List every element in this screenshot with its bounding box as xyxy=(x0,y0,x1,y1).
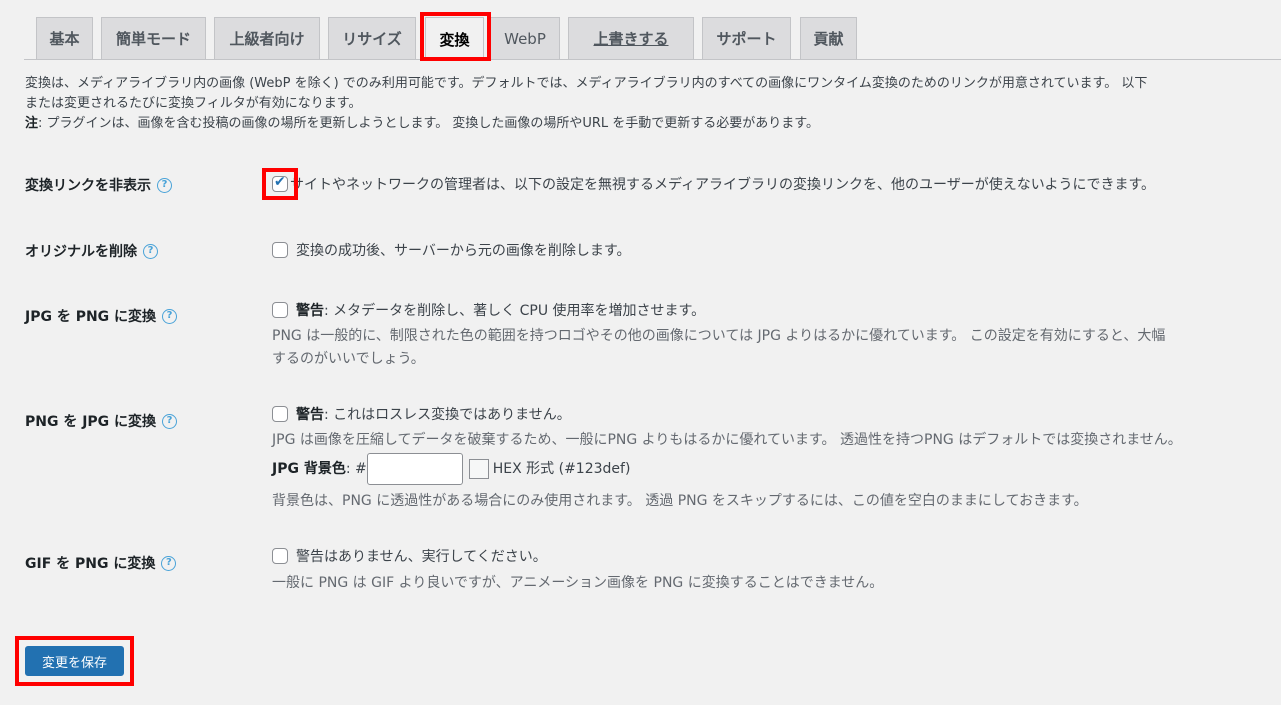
png-to-jpg-label: PNG を JPG に変換 ? xyxy=(25,411,178,431)
tab-contribute[interactable]: 貢献 xyxy=(800,17,857,59)
description-line-2: または変更されるたびに変換フィルタが有効になります。 xyxy=(25,96,362,111)
hide-links-checkbox[interactable] xyxy=(272,174,288,192)
jpg-to-png-note-1: PNG は一般的に、制限された色の範囲を持つロゴやその他の画像については JPG… xyxy=(272,328,1166,344)
help-icon[interactable]: ? xyxy=(162,413,178,429)
jpg-background-input[interactable] xyxy=(366,453,463,485)
gif-to-png-field: 警告はありません、実行してください。 xyxy=(272,546,547,566)
save-changes-button[interactable]: 変更を保存 xyxy=(25,646,124,676)
gif-to-png-checkbox[interactable] xyxy=(272,548,288,564)
jpg-to-png-field: 警告: メタデータを削除し、著しく CPU 使用率を増加させます。 xyxy=(272,300,705,320)
hide-links-label: 変換リンクを非表示 ? xyxy=(25,175,172,195)
delete-original-field: 変換の成功後、サーバーから元の画像を削除します。 xyxy=(272,240,630,260)
help-icon[interactable]: ? xyxy=(157,177,172,193)
png-to-jpg-note-1: JPG は画像を圧縮してデータを破棄するため、一般にPNG よりもはるかに優れて… xyxy=(272,432,1182,448)
tab-bar: 基本 簡単モード 上級者向け リサイズ 変換 WebP 上書きする サポート 貢… xyxy=(0,0,1281,60)
tab-resize[interactable]: リサイズ xyxy=(328,17,416,59)
help-icon[interactable]: ? xyxy=(143,243,158,259)
description-note: 注: プラグインは、画像を含む投稿の画像の場所を更新しようとします。 変換した画… xyxy=(25,116,819,131)
png-to-jpg-note-2: 背景色は、PNG に透過性がある場合にのみ使用されます。 透過 PNG をスキッ… xyxy=(272,493,1088,509)
tab-advanced[interactable]: 上級者向け xyxy=(214,17,320,59)
tab-convert[interactable]: 変換 xyxy=(425,17,484,60)
delete-original-label: オリジナルを削除 ? xyxy=(25,241,158,261)
delete-original-checkbox[interactable] xyxy=(272,242,288,258)
gif-to-png-note: 一般に PNG は GIF より良いですが、アニメーション画像を PNG に変換… xyxy=(272,575,884,591)
png-to-jpg-checkbox[interactable] xyxy=(272,406,288,422)
tab-basic[interactable]: 基本 xyxy=(36,17,93,59)
hide-links-field: サイトやネットワークの管理者は、以下の設定を無視するメディアライブラリの変換リン… xyxy=(272,174,1155,194)
png-to-jpg-field: 警告: これはロスレス変換ではありません。 xyxy=(272,404,571,424)
tab-divider xyxy=(24,59,1281,60)
description: 変換は、メディアライブラリ内の画像 (WebP を除く) でのみ利用可能です。デ… xyxy=(25,74,1281,134)
jpg-to-png-label: JPG を PNG に変換 ? xyxy=(25,306,178,326)
jpg-to-png-checkbox[interactable] xyxy=(272,302,288,318)
jpg-to-png-note-2: するのがいいでしょう。 xyxy=(272,351,425,367)
color-swatch xyxy=(468,459,489,479)
jpg-background-field: JPG 背景色: # HEX 形式 (#123def) xyxy=(272,453,630,485)
tab-easy-mode[interactable]: 簡単モード xyxy=(101,17,206,59)
help-icon[interactable]: ? xyxy=(162,308,178,324)
description-line-1: 変換は、メディアライブラリ内の画像 (WebP を除く) でのみ利用可能です。デ… xyxy=(25,76,1148,91)
tab-overrides[interactable]: 上書きする xyxy=(568,17,694,59)
help-icon[interactable]: ? xyxy=(161,555,177,571)
tab-support[interactable]: サポート xyxy=(702,17,791,59)
tab-webp[interactable]: WebP xyxy=(490,17,560,59)
gif-to-png-label: GIF を PNG に変換 ? xyxy=(25,553,177,573)
